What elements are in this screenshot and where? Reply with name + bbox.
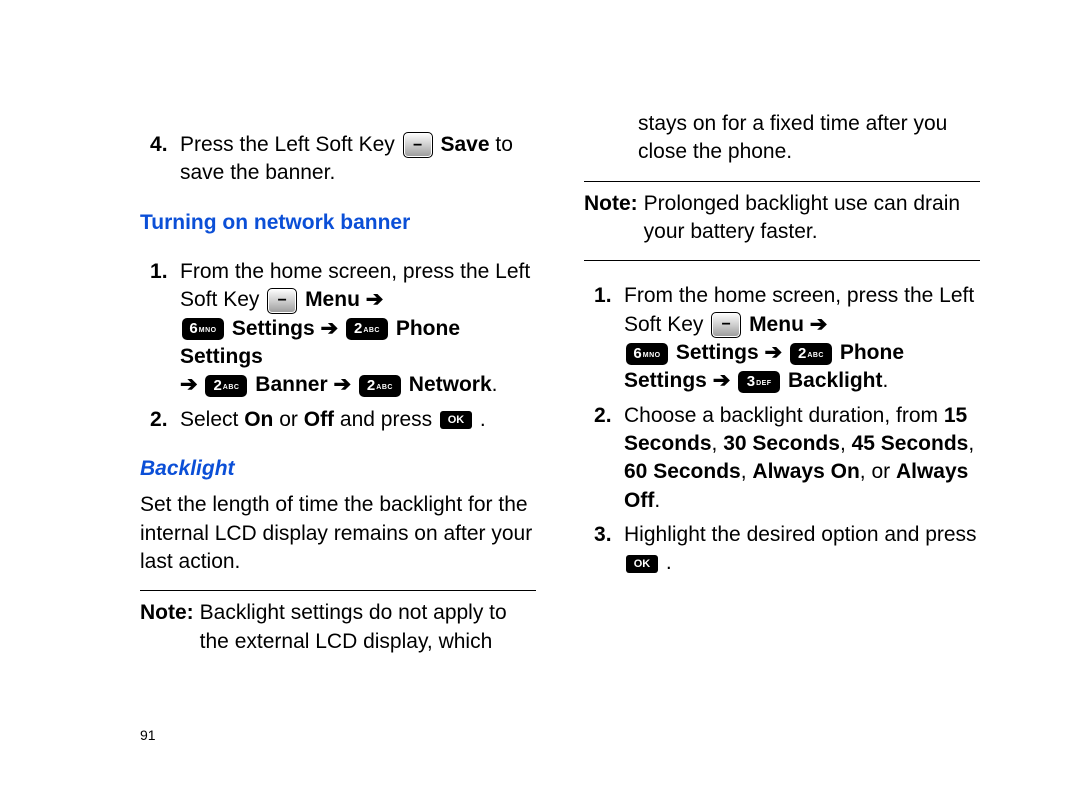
manual-page: Press the Left Soft Key Save to save the…: [0, 0, 1080, 785]
text: Highlight the desired option and press: [624, 523, 977, 546]
comma: ,: [968, 432, 974, 455]
step-3: Highlight the desired option and press O…: [584, 521, 980, 578]
arrow-icon: ➔: [321, 317, 339, 340]
ok-key-icon: OK: [440, 411, 472, 429]
text: Select: [180, 408, 244, 431]
text: and press: [340, 408, 438, 431]
key-2-icon: 2ABC: [346, 318, 388, 340]
text: Press the Left Soft Key: [180, 133, 401, 156]
arrow-icon: ➔: [713, 369, 731, 392]
opt-30s: 30 Seconds: [723, 432, 840, 455]
text: Choose a backlight duration, from: [624, 404, 944, 427]
key-3-icon: 3DEF: [738, 371, 780, 393]
settings-label: Settings: [676, 341, 765, 364]
note-continuation: stays on for a fixed time after you clos…: [584, 110, 980, 167]
right-column: stays on for a fixed time after you clos…: [584, 110, 980, 745]
on-label: On: [244, 408, 273, 431]
off-label: Off: [304, 408, 334, 431]
comma-or: , or: [860, 460, 896, 483]
left-soft-key-icon: [711, 312, 741, 338]
period: .: [666, 551, 672, 574]
arrow-icon: ➔: [765, 341, 783, 364]
note-battery: Note: Prolonged backlight use can drain …: [584, 190, 980, 247]
arrow-icon: ➔: [366, 288, 384, 311]
opt-45s: 45 Seconds: [852, 432, 969, 455]
period: .: [492, 373, 498, 396]
note-backlight: Note: Backlight settings do not apply to…: [140, 599, 536, 656]
heading-network-banner: Turning on network banner: [140, 209, 536, 237]
left-column: Press the Left Soft Key Save to save the…: [140, 110, 536, 745]
page-number: 91: [140, 726, 536, 745]
save-banner-steps: Press the Left Soft Key Save to save the…: [140, 131, 536, 188]
settings-label: Settings: [232, 317, 321, 340]
key-2-icon: 2ABC: [359, 375, 401, 397]
network-label: Network: [409, 373, 492, 396]
note-label: Note:: [140, 599, 200, 656]
save-label: Save: [440, 133, 489, 156]
key-2-icon: 2ABC: [205, 375, 247, 397]
banner-label: Banner: [255, 373, 333, 396]
comma: ,: [741, 460, 753, 483]
backlight-paragraph: Set the length of time the backlight for…: [140, 491, 536, 576]
key-2-icon: 2ABC: [790, 343, 832, 365]
menu-label: Menu: [749, 313, 810, 336]
divider: [140, 590, 536, 591]
left-soft-key-icon: [403, 132, 433, 158]
step-2: Choose a backlight duration, from 15 Sec…: [584, 402, 980, 515]
key-6-icon: 6MNO: [626, 343, 668, 365]
key-6-icon: 6MNO: [182, 318, 224, 340]
divider: [584, 260, 980, 261]
menu-label: Menu: [305, 288, 366, 311]
note-body: Backlight settings do not apply to the e…: [200, 599, 536, 656]
backlight-label: Backlight: [788, 369, 883, 392]
comma: ,: [712, 432, 724, 455]
period: .: [654, 489, 660, 512]
divider: [584, 181, 980, 182]
comma: ,: [840, 432, 852, 455]
period: .: [883, 369, 889, 392]
ok-key-icon: OK: [626, 555, 658, 573]
step-4: Press the Left Soft Key Save to save the…: [140, 131, 536, 188]
left-soft-key-icon: [267, 288, 297, 314]
opt-always-on: Always On: [752, 460, 859, 483]
backlight-steps: From the home screen, press the Left Sof…: [584, 282, 980, 577]
opt-60s: 60 Seconds: [624, 460, 741, 483]
arrow-icon: ➔: [333, 373, 351, 396]
note-label: Note:: [584, 190, 644, 247]
step-1: From the home screen, press the Left Sof…: [140, 258, 536, 400]
network-banner-steps: From the home screen, press the Left Sof…: [140, 258, 536, 434]
step-2: Select On or Off and press OK .: [140, 406, 536, 434]
text: or: [279, 408, 304, 431]
step-1: From the home screen, press the Left Sof…: [584, 282, 980, 395]
period: .: [480, 408, 486, 431]
arrow-icon: ➔: [180, 373, 198, 396]
note-body: Prolonged backlight use can drain your b…: [644, 190, 980, 247]
arrow-icon: ➔: [810, 313, 828, 336]
heading-backlight: Backlight: [140, 455, 536, 483]
